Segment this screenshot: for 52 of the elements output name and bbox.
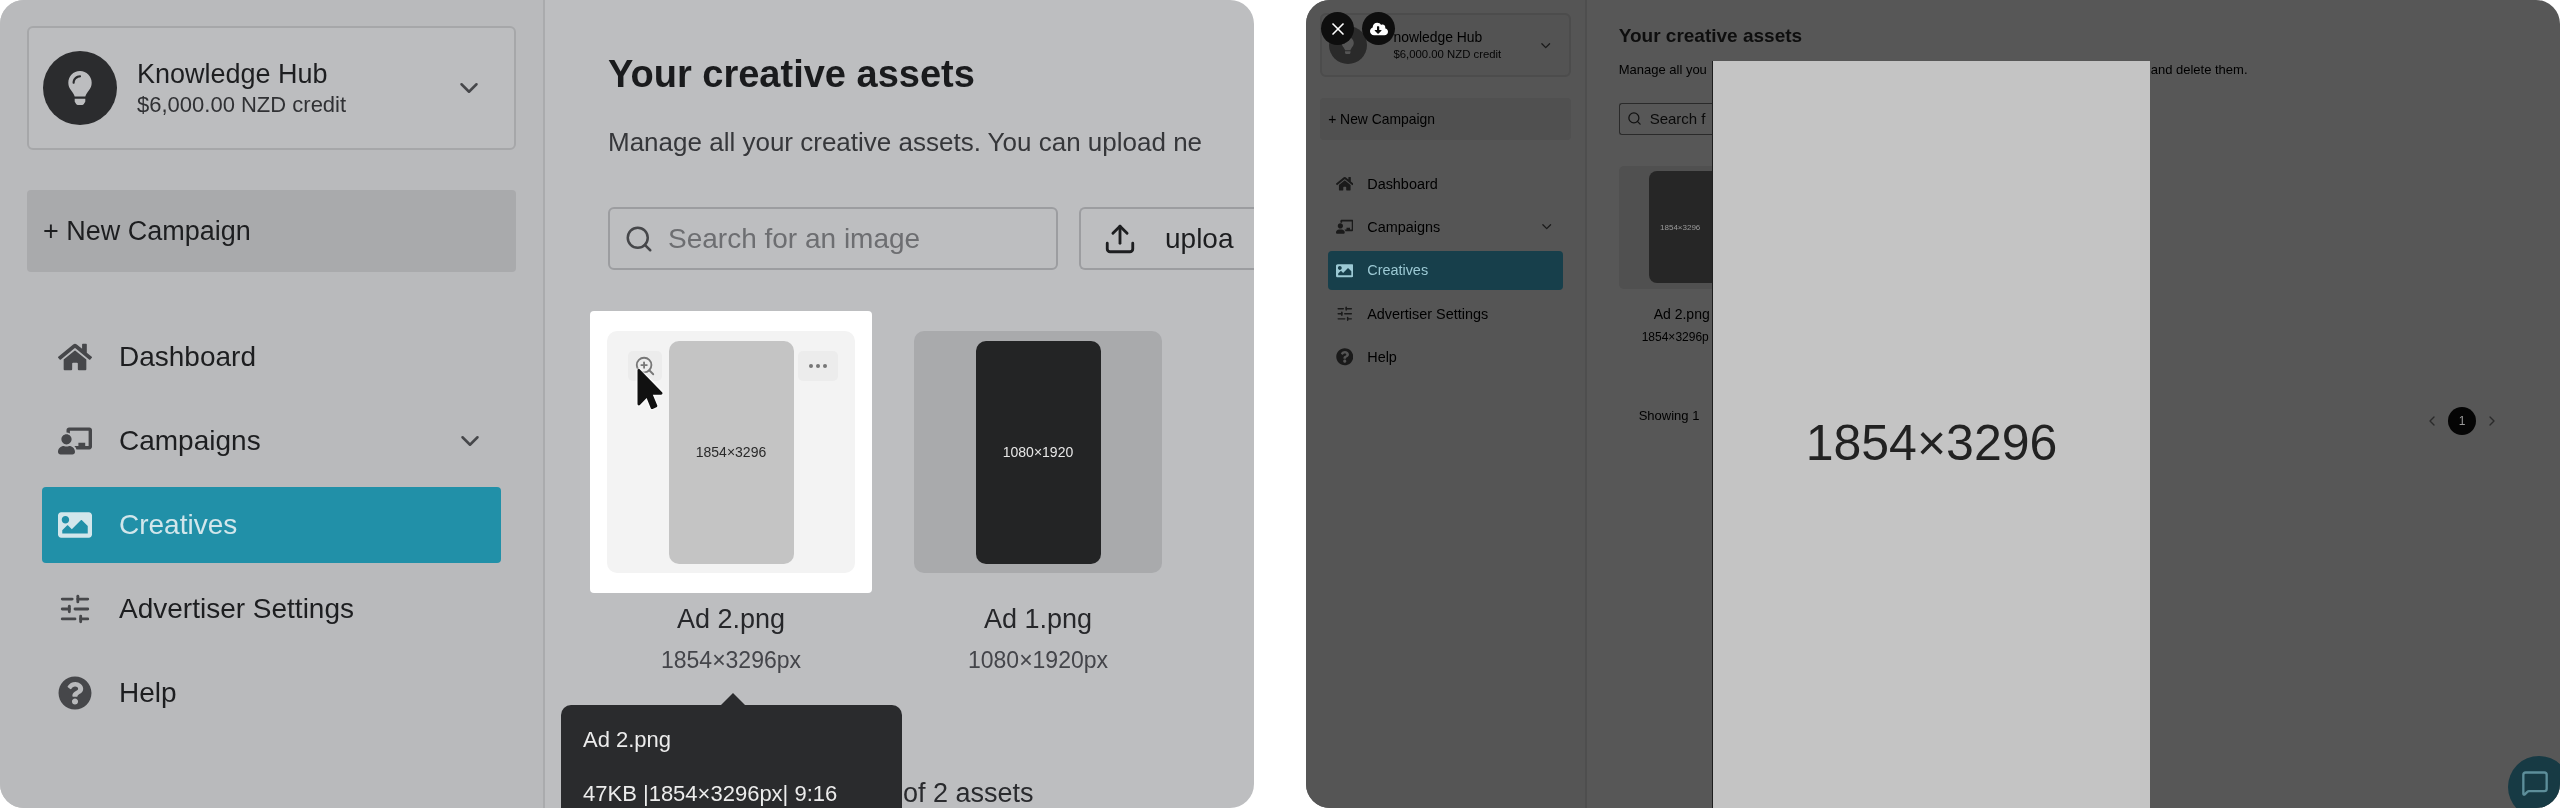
- tooltip-title: Ad 2.png: [583, 727, 673, 753]
- zoom-in-button[interactable]: [628, 351, 662, 382]
- sliders-icon: [1335, 304, 1354, 323]
- home-icon: [1335, 175, 1354, 193]
- presentation-icon: [58, 424, 92, 458]
- asset-name: Ad 2.png: [676, 603, 786, 637]
- page-description: Manage all your creative assets. You can upload ne: [608, 126, 1204, 160]
- asset-dimensions: 1854×3296p: [1641, 328, 1710, 345]
- upload-button[interactable]: uploa: [1079, 207, 1254, 271]
- page-title: Your creative assets: [1618, 24, 1804, 48]
- nav-item[interactable]: Help: [42, 655, 501, 731]
- account-credit: $6,000.00 NZD credit: [137, 91, 348, 119]
- search-field[interactable]: Search for an image: [608, 207, 1058, 271]
- sliders-icon: [58, 592, 92, 626]
- showing-count: of 2 assets: [903, 777, 1035, 808]
- page-description: Manage all you: [1618, 60, 1708, 79]
- preview-label: 1854×3296: [1805, 414, 2058, 473]
- asset-name: Ad 1.png: [983, 603, 1093, 637]
- more-button[interactable]: [798, 351, 838, 382]
- help-icon: [58, 676, 92, 710]
- preview-label: 1854×3296: [1660, 222, 1701, 232]
- nav-item[interactable]: Campaigns: [42, 403, 501, 479]
- nav-item[interactable]: Dashboard: [42, 319, 501, 395]
- preview-label: 1080×1920: [1002, 444, 1074, 461]
- account-switcher[interactable]: Knowledge Hub $6,000.00 NZD credit: [27, 26, 516, 150]
- chat-button[interactable]: [2508, 756, 2560, 808]
- account-credit: $6,000.00 NZD credit: [1393, 46, 1503, 62]
- help-icon: [1335, 348, 1354, 366]
- page-description: and delete them.: [2150, 60, 2248, 79]
- nav-item[interactable]: Creatives: [1327, 250, 1564, 290]
- asset-card[interactable]: 1080×1920: [897, 311, 1179, 594]
- showing-count: Showing 1: [1638, 406, 1700, 425]
- account-name: Knowledge Hub: [137, 58, 329, 91]
- presentation-icon: [1335, 218, 1354, 236]
- preview-label: 1854×3296: [695, 444, 767, 461]
- search-icon: [1626, 110, 1642, 126]
- ellipsis-icon: [809, 364, 827, 369]
- asset-dimensions: 1080×1920px: [967, 646, 1109, 676]
- image-icon: [1335, 261, 1354, 280]
- asset-card[interactable]: 1854×3296: [590, 311, 872, 594]
- asset-tile[interactable]: 1854×3296: [1618, 165, 1712, 289]
- tooltip-details: 47KB |1854×3296px| 9:16: [583, 781, 839, 807]
- search-field[interactable]: Search f: [1618, 102, 1712, 135]
- page-title: Your creative assets: [608, 52, 976, 97]
- asset-name: Ad 2.png: [1653, 304, 1711, 323]
- nav-item[interactable]: Advertiser Settings: [42, 571, 501, 647]
- account-name: nowledge Hub: [1393, 29, 1484, 47]
- new-campaign-button[interactable]: + New Campaign: [27, 190, 516, 272]
- page-number[interactable]: 1: [2448, 406, 2476, 435]
- zoom-in-icon: [634, 355, 656, 378]
- asset-dimensions: 1854×3296px: [660, 646, 802, 676]
- chat-icon: [2521, 769, 2549, 797]
